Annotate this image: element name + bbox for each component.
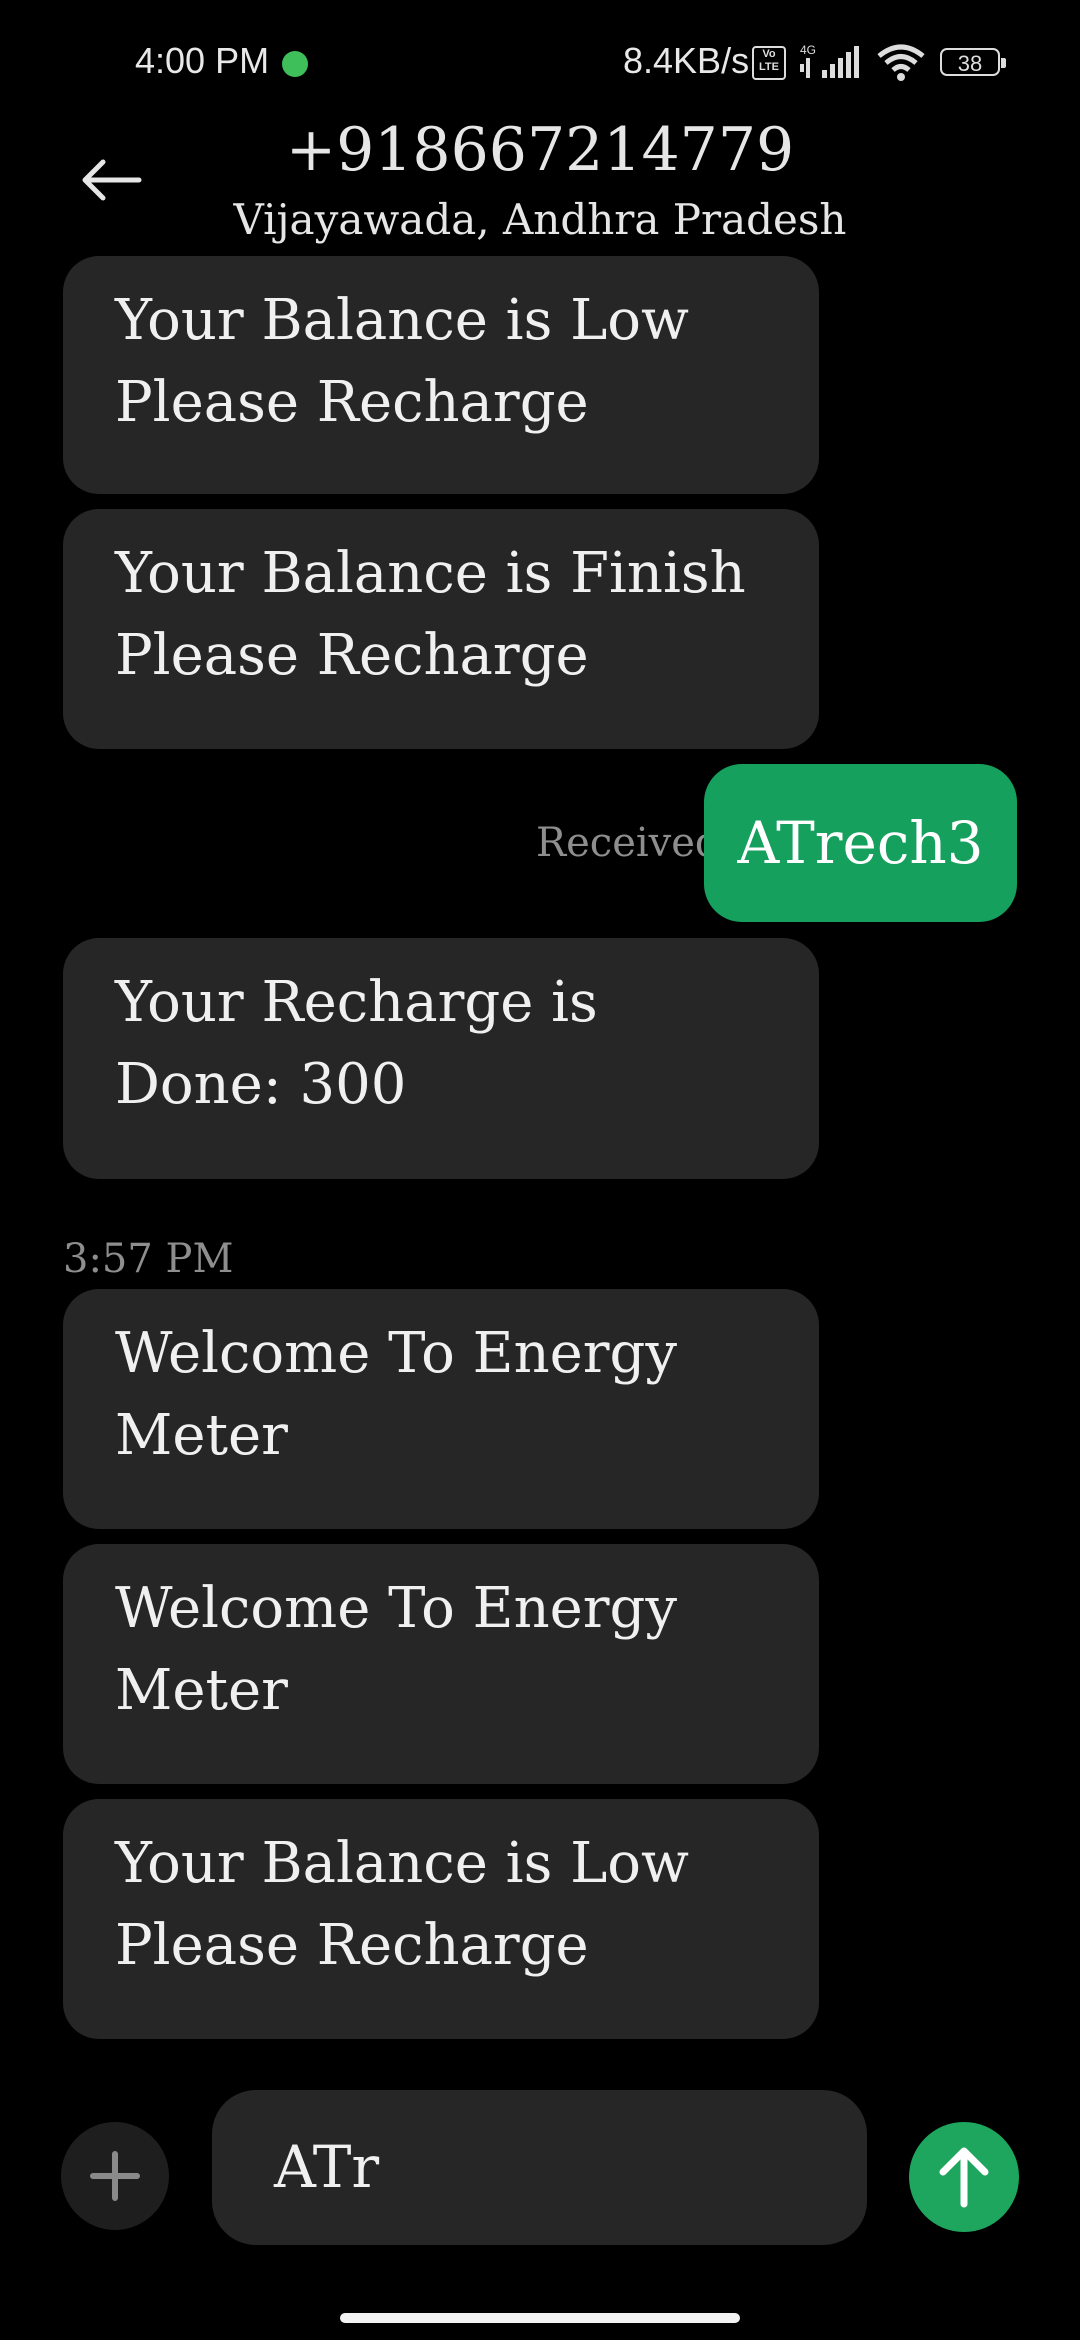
message-bubble[interactable]: Your Balance is Finish Please Recharge [63, 509, 819, 749]
status-bar: 4:00 PM 8.4KB/s Vo LTE 4G 38 [0, 0, 1080, 120]
battery-icon: 38 [940, 48, 1006, 76]
signal-strength-icon: 4G [800, 43, 859, 78]
arrow-up-icon [939, 2147, 989, 2208]
message-bubble[interactable]: Welcome To Energy Meter [63, 1544, 819, 1784]
home-indicator[interactable] [340, 2313, 740, 2323]
message-input[interactable]: ATr [212, 2090, 867, 2245]
status-time: 4:00 PM [135, 40, 270, 81]
notification-dot-icon [282, 51, 308, 77]
wifi-icon [877, 44, 925, 81]
message-timestamp: 3:57 PM [63, 1236, 234, 1282]
contact-number: +918667214779 [285, 115, 795, 185]
message-bubble[interactable]: Your Balance is Low Please Recharge [63, 1799, 819, 2039]
volte-icon: Vo LTE [752, 46, 786, 80]
message-bubble[interactable]: Welcome To Energy Meter [63, 1289, 819, 1529]
send-button[interactable] [909, 2122, 1019, 2232]
sent-message-bubble[interactable]: ATrech3 [704, 764, 1017, 922]
network-type: 4G [800, 43, 816, 57]
plus-icon [90, 2151, 140, 2201]
contact-location: Vijayawada, Andhra Pradesh [233, 195, 847, 244]
message-bubble[interactable]: Your Recharge is Done: 300 [63, 938, 819, 1179]
message-status: Received [536, 820, 721, 866]
message-bubble[interactable]: Your Balance is Low Please Recharge [63, 256, 819, 494]
network-speed: 8.4KB/s [623, 40, 750, 81]
attach-button[interactable] [61, 2122, 169, 2230]
